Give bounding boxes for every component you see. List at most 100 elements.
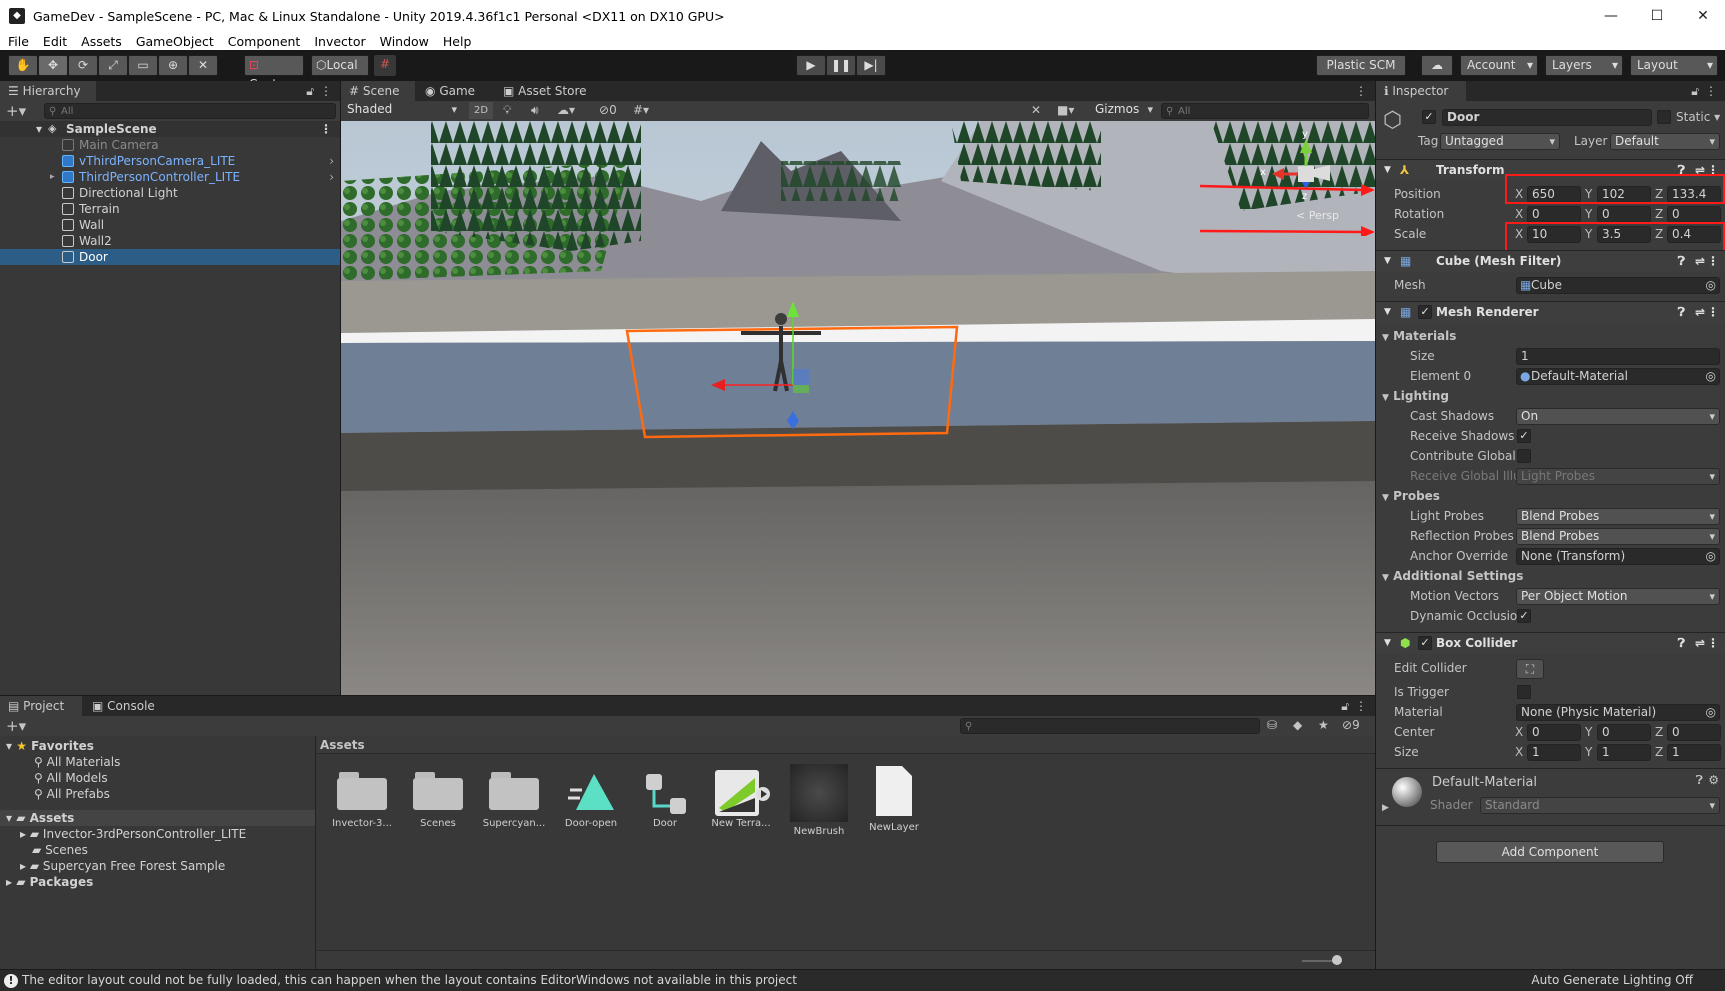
lock-icon[interactable]: 🔓︎	[306, 81, 314, 101]
asset-item[interactable]: NewBrush	[784, 764, 854, 837]
asset-item[interactable]: NewLayer	[859, 766, 929, 833]
account-dropdown[interactable]: Account ▾	[1460, 55, 1538, 76]
static-checkbox[interactable]	[1657, 110, 1671, 124]
pivot-local-button[interactable]: ⬡Local	[311, 55, 369, 76]
tab-console[interactable]: ▣ Console	[84, 696, 174, 716]
hidden-objects-icon[interactable]: ⊘0	[599, 103, 617, 117]
filter-label-icon[interactable]: ◆	[1293, 718, 1302, 732]
menu-edit[interactable]: Edit	[43, 34, 67, 49]
asset-item[interactable]: Door	[630, 768, 700, 829]
play-button[interactable]: ▶	[796, 55, 826, 76]
favorites-row[interactable]: ▾ ★ Favorites	[6, 738, 94, 754]
plastic-scm-button[interactable]: Plastic SCM	[1316, 55, 1406, 76]
menu-help[interactable]: Help	[443, 34, 472, 49]
more-icon[interactable]: ⋮	[1705, 81, 1717, 101]
2d-toggle[interactable]: 2D	[469, 102, 493, 119]
help-icon[interactable]: ❓︎	[1696, 773, 1703, 788]
mesh-object-field[interactable]: ▦ Cube ◎	[1516, 277, 1720, 294]
more-icon[interactable]: ⋮	[1355, 696, 1367, 716]
transform-tool-icon[interactable]: ⊕	[158, 55, 188, 76]
hand-tool-icon[interactable]: ✋	[8, 55, 38, 76]
hidden-packages-icon[interactable]: ⊘9	[1342, 718, 1360, 732]
hierarchy-item[interactable]: Directional Light	[0, 185, 340, 201]
material-section[interactable]: ▶ Default-Material Shader Standard ❓︎ ⚙	[1376, 768, 1725, 826]
step-button[interactable]: ▶|	[856, 55, 886, 76]
minimize-button[interactable]: —	[1588, 0, 1634, 32]
assets-root-row[interactable]: ▾ ▰ Assets	[0, 810, 315, 826]
asset-item[interactable]: New Terra...	[706, 768, 776, 829]
more-icon[interactable]: ⋮	[1707, 633, 1719, 654]
expand-arrow-icon[interactable]: ▸	[50, 169, 55, 185]
more-icon[interactable]: ⋮	[1707, 302, 1719, 323]
tab-asset-store[interactable]: ▣ Asset Store	[495, 81, 595, 101]
help-icon[interactable]: ❓︎	[1678, 633, 1685, 654]
box-collider-header[interactable]: ▼ ⬢ ✓ Box Collider ❓︎ ⇌ ⋮	[1376, 632, 1725, 654]
motion-vectors-dropdown[interactable]: Per Object Motion	[1516, 588, 1720, 605]
edit-collider-button[interactable]: ⛶	[1516, 659, 1544, 679]
contribute-gi-checkbox[interactable]	[1517, 449, 1531, 463]
auto-lighting-status[interactable]: Auto Generate Lighting Off	[1531, 970, 1693, 991]
object-name-input[interactable]: Door	[1442, 109, 1652, 126]
asset-item[interactable]: Door-open	[556, 768, 626, 829]
zoom-slider-thumb[interactable]	[1332, 955, 1342, 965]
mesh-filter-header[interactable]: ▼ ▦ Cube (Mesh Filter) ❓︎ ⇌ ⋮	[1376, 250, 1725, 272]
light-probes-dropdown[interactable]: Blend Probes	[1516, 508, 1720, 525]
probes-foldout[interactable]: ▼ Probes	[1382, 489, 1440, 503]
layout-dropdown[interactable]: Layout ▾	[1630, 55, 1718, 76]
target-icon[interactable]: ◎	[1706, 705, 1716, 720]
preset-icon[interactable]: ⇌	[1695, 633, 1705, 654]
center-x-input[interactable]: 0	[1527, 724, 1581, 741]
menu-invector[interactable]: Invector	[314, 34, 365, 49]
asset-item[interactable]: Scenes	[403, 768, 473, 829]
rotation-y-input[interactable]: 0	[1597, 206, 1651, 223]
add-icon[interactable]: +▾	[6, 101, 26, 121]
receive-shadows-checkbox[interactable]: ✓	[1517, 429, 1531, 443]
lock-icon[interactable]: 🔓︎	[1691, 81, 1699, 101]
rotation-x-input[interactable]: 0	[1527, 206, 1581, 223]
rotation-z-input[interactable]: 0	[1667, 206, 1721, 223]
camera-icon[interactable]: ■▾	[1057, 103, 1074, 117]
tab-game[interactable]: ◉ Game	[417, 81, 489, 101]
asset-item[interactable]: Invector-3...	[327, 768, 397, 829]
target-icon[interactable]: ◎	[1706, 549, 1716, 564]
scene-search-input[interactable]: ⚲ All	[1161, 103, 1369, 119]
materials-foldout[interactable]: ▼ Materials	[1382, 329, 1456, 343]
more-icon[interactable]: ⋮	[1355, 81, 1367, 101]
asset-folder-row[interactable]: ▸ ▰ Supercyan Free Forest Sample	[20, 858, 225, 874]
gizmos-dropdown[interactable]: Gizmos	[1091, 102, 1157, 119]
active-checkbox[interactable]: ✓	[1422, 110, 1436, 124]
open-prefab-icon[interactable]: ›	[329, 153, 334, 169]
materials-size-input[interactable]: 1	[1516, 348, 1720, 365]
help-icon[interactable]: ❓︎	[1678, 302, 1685, 323]
tab-hierarchy[interactable]: ☰ Hierarchy	[0, 81, 96, 101]
additional-settings-foldout[interactable]: ▼ Additional Settings	[1382, 569, 1523, 583]
target-icon[interactable]: ◎	[1706, 369, 1716, 384]
layer-dropdown[interactable]: Default	[1610, 133, 1720, 150]
star-icon[interactable]: ★	[1318, 718, 1329, 732]
filter-type-icon[interactable]: ⛁	[1267, 718, 1277, 732]
reflection-probes-dropdown[interactable]: Blend Probes	[1516, 528, 1720, 545]
mesh-renderer-enabled-checkbox[interactable]: ✓	[1418, 305, 1432, 319]
breadcrumb-assets[interactable]: Assets	[320, 738, 365, 752]
menu-window[interactable]: Window	[380, 34, 429, 49]
preset-icon[interactable]: ⇌	[1695, 302, 1705, 323]
gear-icon[interactable]: ⚙	[1708, 773, 1719, 787]
asset-item[interactable]: Supercyan...	[479, 768, 549, 829]
hierarchy-item[interactable]: Wall	[0, 217, 340, 233]
tools-icon[interactable]: ✕	[1031, 103, 1041, 117]
more-icon[interactable]: ⋮	[1707, 251, 1719, 272]
tab-project[interactable]: ▤ Project	[0, 696, 82, 716]
favorite-item[interactable]: ⚲ All Prefabs	[34, 786, 110, 802]
tag-dropdown[interactable]: Untagged	[1440, 133, 1560, 150]
cloud-icon[interactable]: ☁	[1421, 55, 1453, 76]
help-icon[interactable]: ❓︎	[1678, 251, 1685, 272]
hierarchy-item[interactable]: ▸ › ThirdPersonController_LITE	[0, 169, 340, 185]
pause-button[interactable]: ❚❚	[826, 55, 856, 76]
size-x-input[interactable]: 1	[1527, 744, 1581, 761]
rect-tool-icon[interactable]: ▭	[128, 55, 158, 76]
lighting-icon[interactable]: 💡︎	[503, 103, 511, 118]
box-collider-enabled-checkbox[interactable]: ✓	[1418, 636, 1432, 650]
layers-dropdown[interactable]: Layers ▾	[1545, 55, 1623, 76]
rotate-tool-icon[interactable]: ⟳	[68, 55, 98, 76]
shader-dropdown[interactable]: Standard	[1480, 797, 1720, 814]
